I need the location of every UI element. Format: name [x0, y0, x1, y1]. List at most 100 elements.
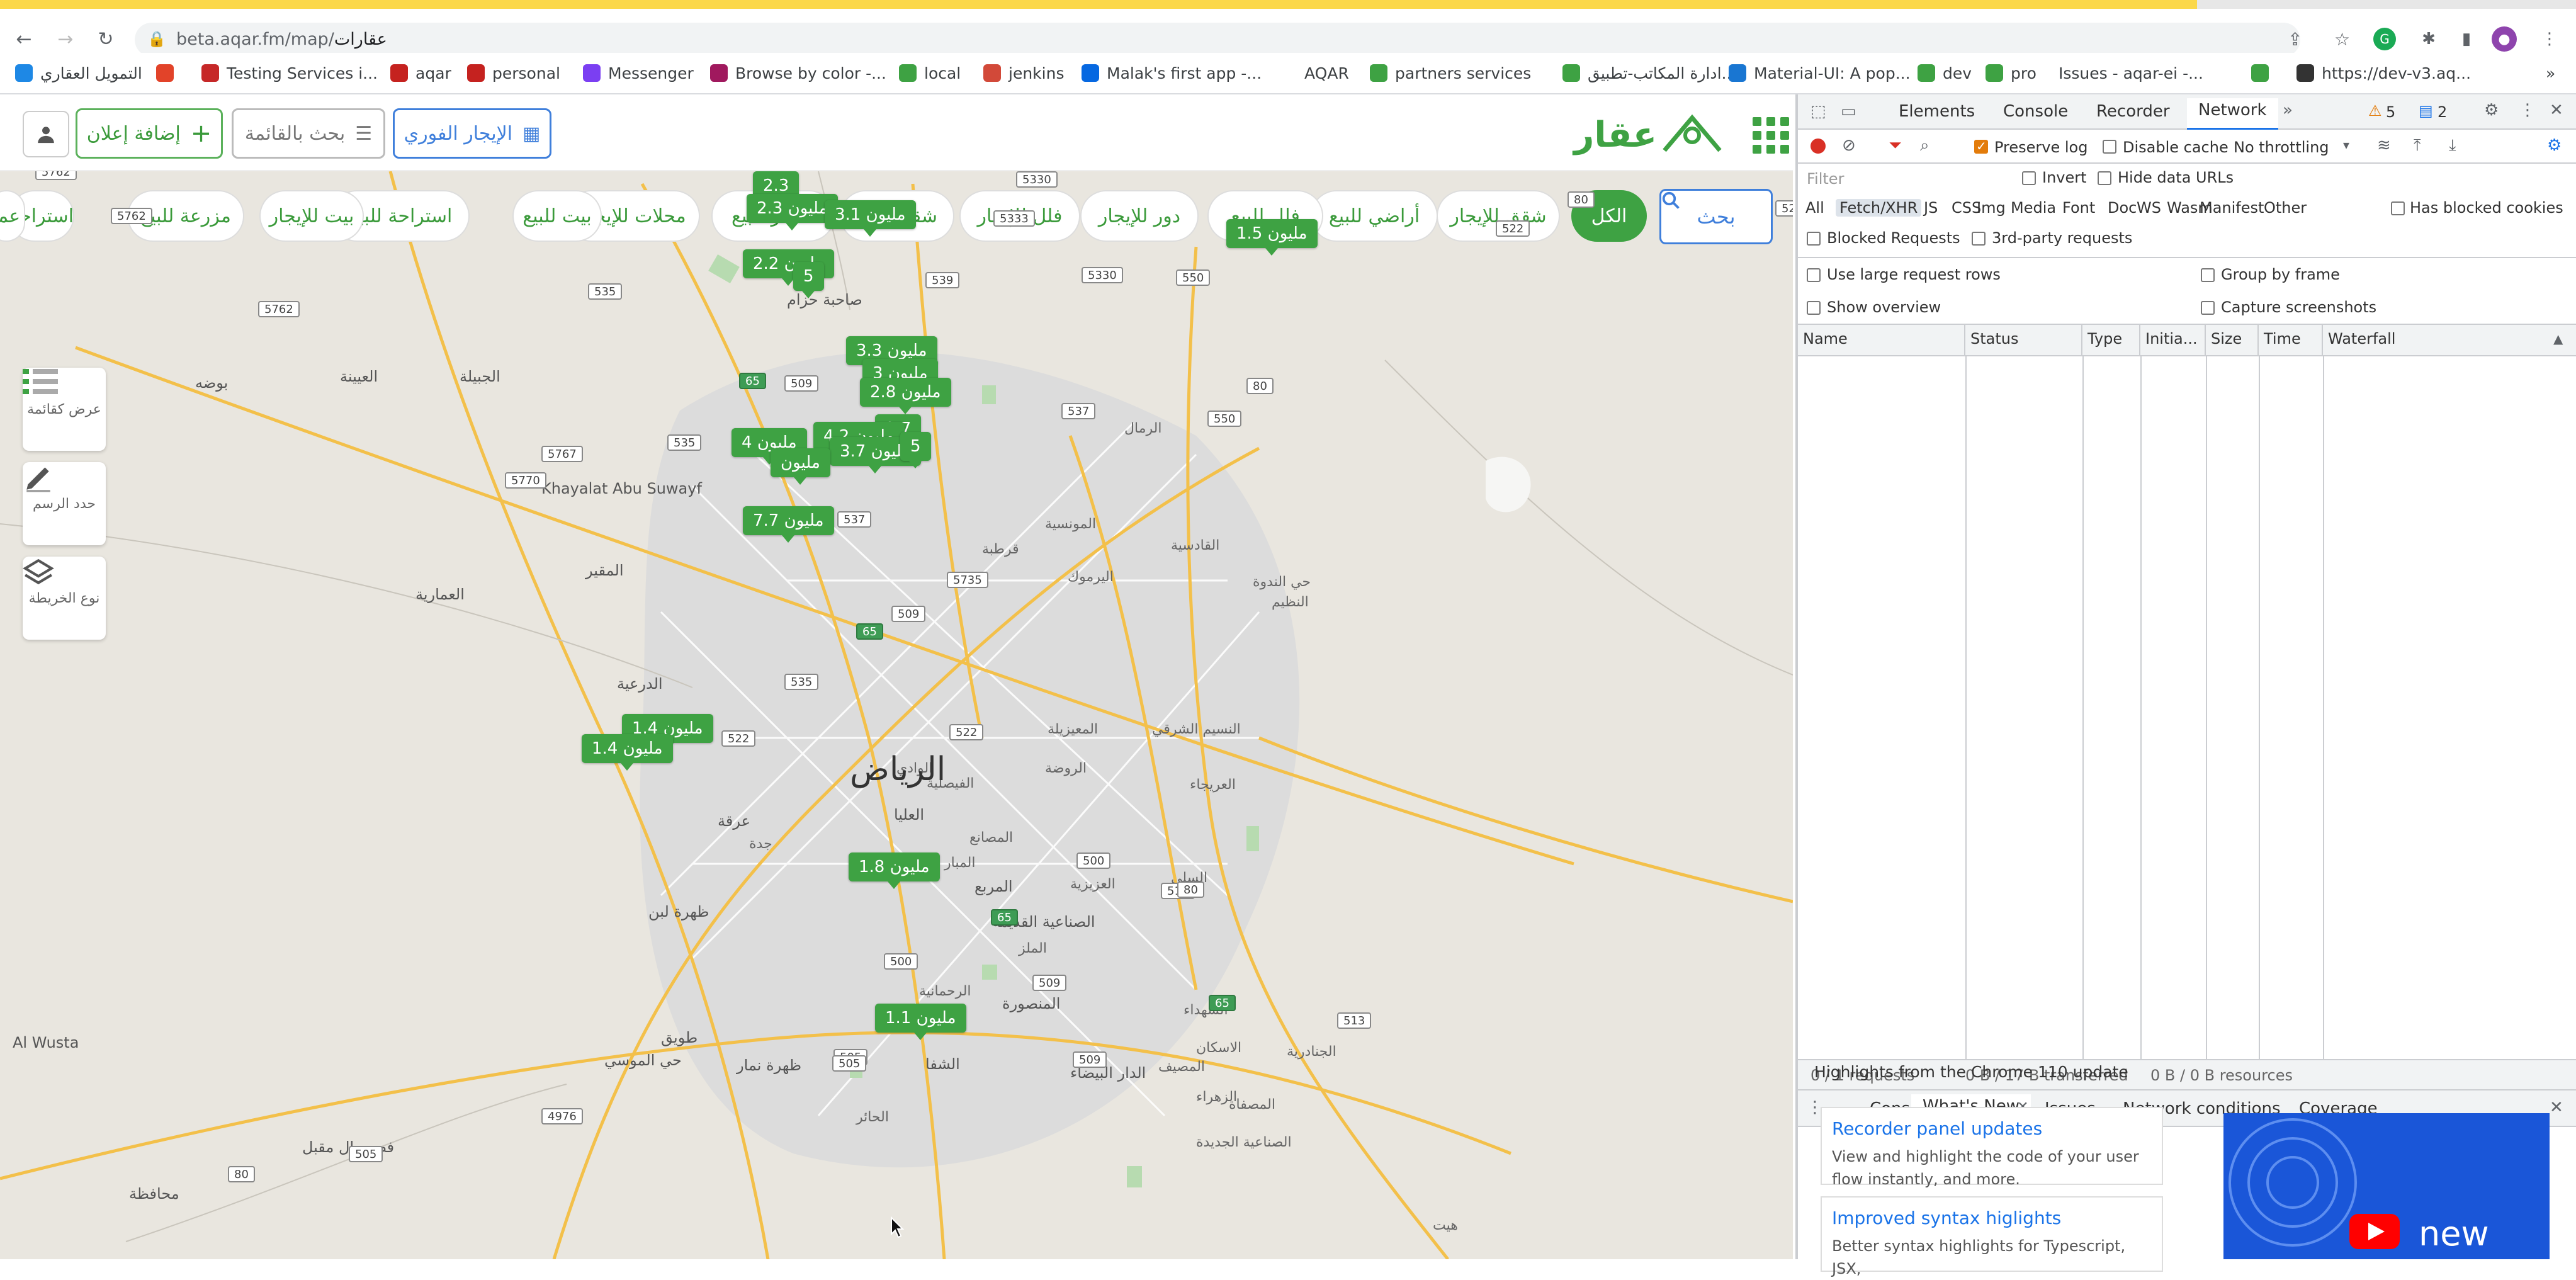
tab-network[interactable]: Network: [2187, 98, 2278, 130]
price-pin[interactable]: 2.8 مليون: [860, 378, 951, 414]
map-search-button[interactable]: بحث: [1659, 189, 1773, 244]
whats-new-card-recorder[interactable]: Recorder panel updates View and highligh…: [1821, 1107, 2163, 1188]
bookmark-item[interactable]: Browse by color -...: [710, 62, 886, 84]
type-filter-all[interactable]: All: [1805, 199, 1824, 217]
bookmark-item[interactable]: AQAR: [1304, 62, 1349, 84]
list-search-button[interactable]: بحث بالقائمة ☰: [232, 108, 385, 159]
third-party-checkbox[interactable]: [1972, 232, 1986, 246]
price-pin[interactable]: 1.4 مليون: [582, 734, 673, 771]
hide-data-urls-checkbox[interactable]: [2098, 171, 2111, 185]
col-waterfall[interactable]: Waterfall: [2323, 325, 2576, 355]
clear-icon[interactable]: ⊘: [1842, 136, 1856, 155]
tab-recorder[interactable]: Recorder: [2096, 102, 2170, 121]
message-icon[interactable]: ▤: [2419, 102, 2433, 120]
add-listing-button[interactable]: إضافة إعلان +: [76, 108, 223, 159]
aqar-logo[interactable]: عقار: [1574, 111, 1722, 159]
record-icon[interactable]: [1811, 139, 1826, 154]
forward-arrow-icon[interactable]: →: [50, 24, 81, 54]
bookmark-item[interactable]: dev: [1918, 62, 1972, 84]
bookmark-item[interactable]: Malak's first app -...: [1082, 62, 1262, 84]
bookmark-item[interactable]: [156, 62, 181, 84]
back-arrow-icon[interactable]: ←: [9, 24, 39, 54]
category-chip[interactable]: أراضي للبيع: [1311, 190, 1438, 242]
price-pin[interactable]: 1.1 مليون: [875, 1004, 966, 1040]
tab-elements[interactable]: Elements: [1899, 102, 1975, 121]
close-drawer-icon[interactable]: ✕: [2550, 1098, 2563, 1117]
large-rows-checkbox[interactable]: [1807, 268, 1821, 282]
extensions-icon[interactable]: ✱: [2415, 25, 2443, 53]
devtools-menu-icon[interactable]: ⋮: [2519, 101, 2536, 120]
price-pin[interactable]: 1.8 مليون: [849, 852, 940, 889]
category-chip[interactable]: بيت للإيجار: [259, 190, 364, 242]
upload-icon[interactable]: ⤒: [2414, 136, 2421, 156]
col-size[interactable]: Size: [2206, 325, 2259, 355]
bookmark-item[interactable]: Messenger: [583, 62, 694, 84]
type-filter-manifest[interactable]: Manifest: [2200, 199, 2264, 217]
device-toggle-icon[interactable]: ▭: [1841, 102, 1856, 121]
capture-screenshots-checkbox[interactable]: [2201, 301, 2215, 315]
grammarly-icon[interactable]: G: [2373, 28, 2396, 50]
price-pin[interactable]: 5: [900, 432, 931, 468]
apps-grid-button[interactable]: [1749, 113, 1793, 157]
type-filter-doc[interactable]: Doc: [2108, 199, 2137, 217]
bookmark-item[interactable]: Material-UI: A pop...: [1729, 62, 1911, 84]
list-view-tool[interactable]: عرض كقائمة: [23, 368, 106, 451]
group-by-frame-checkbox[interactable]: [2201, 268, 2215, 282]
search-network-icon[interactable]: ⌕: [1920, 136, 1929, 156]
bookmark-item[interactable]: personal: [467, 62, 560, 84]
type-filter-img[interactable]: Img: [1977, 199, 2006, 217]
type-filter-js[interactable]: JS: [1924, 199, 1938, 217]
network-settings-icon[interactable]: ⚙: [2547, 136, 2562, 155]
col-initiator[interactable]: Initia...: [2140, 325, 2206, 355]
bookmark-item[interactable]: aqar: [390, 62, 451, 84]
type-filter-media[interactable]: Media: [2011, 199, 2056, 217]
preserve-log-checkbox[interactable]: [1974, 139, 1988, 154]
inspect-icon[interactable]: ⬚: [1811, 102, 1826, 121]
profile-avatar-icon[interactable]: ●: [2492, 26, 2517, 52]
invert-checkbox[interactable]: [2022, 171, 2036, 185]
throttling-select[interactable]: No throttling: [2234, 139, 2329, 156]
show-overview-checkbox[interactable]: [1807, 301, 1821, 315]
reload-icon[interactable]: ↻: [91, 24, 121, 54]
price-pin[interactable]: 5: [793, 262, 824, 298]
kebab-menu-icon[interactable]: ⋮: [2536, 25, 2563, 53]
blocked-requests-checkbox[interactable]: [1807, 232, 1821, 246]
warning-icon[interactable]: ⚠: [2368, 102, 2382, 120]
col-type[interactable]: Type: [2082, 325, 2140, 355]
whats-new-video-thumbnail[interactable]: new: [2223, 1113, 2550, 1259]
col-time[interactable]: Time: [2259, 325, 2323, 355]
price-pin[interactable]: 3.1 مليون: [825, 200, 916, 237]
user-account-button[interactable]: [23, 111, 69, 157]
bookmark-item[interactable]: Testing Services i...: [201, 62, 378, 84]
bookmark-star-icon[interactable]: ☆: [2334, 29, 2350, 50]
side-panel-icon[interactable]: ▮: [2453, 25, 2480, 53]
price-pin[interactable]: 7.7 مليون: [743, 506, 834, 543]
bookmark-item[interactable]: Issues - aqar-ei -...: [2059, 62, 2203, 84]
type-filter-other[interactable]: Other: [2264, 199, 2307, 217]
bookmark-item[interactable]: https://dev-v3.aq...: [2296, 62, 2471, 84]
disable-cache-checkbox[interactable]: [2103, 140, 2116, 154]
whats-new-card-syntax[interactable]: Improved syntax higlights Better syntax …: [1821, 1196, 2163, 1277]
bookmark-item[interactable]: pro: [1986, 62, 2037, 84]
share-icon[interactable]: ⇪: [2288, 29, 2302, 50]
bookmark-item[interactable]: التمويل العقاري: [15, 62, 142, 84]
map-canvas[interactable]: بحث الكل شقق للإيجار أراضي للبيع فلل للبيع د…: [0, 171, 1793, 1259]
type-filter-font[interactable]: Font: [2062, 199, 2095, 217]
bookmarks-overflow-icon[interactable]: »: [2546, 62, 2555, 84]
bookmark-item[interactable]: local: [899, 62, 961, 84]
type-filter-fetchxhr[interactable]: Fetch/XHR: [1836, 199, 1922, 217]
settings-gear-icon[interactable]: ⚙: [2484, 101, 2499, 120]
card-title[interactable]: Recorder panel updates: [1832, 1118, 2152, 1139]
tab-console[interactable]: Console: [2003, 102, 2068, 121]
filter-icon[interactable]: ⏷: [1889, 136, 1902, 156]
bookmark-item[interactable]: jenkins: [983, 62, 1064, 84]
blocked-cookies-checkbox[interactable]: [2391, 201, 2405, 215]
category-chip[interactable]: عما: [0, 190, 25, 242]
address-bar[interactable]: 🔒 beta.aqar.fm/map/عقارات ⇪ ☆: [135, 23, 2350, 57]
price-pin[interactable]: مليون: [771, 448, 830, 485]
price-pin[interactable]: 1.5 مليون: [1226, 219, 1318, 256]
map-type-tool[interactable]: نوع الخريطة: [23, 557, 106, 640]
type-filter-ws[interactable]: WS: [2137, 199, 2161, 217]
col-status[interactable]: Status: [1965, 325, 2082, 355]
col-name[interactable]: Name: [1798, 325, 1965, 355]
